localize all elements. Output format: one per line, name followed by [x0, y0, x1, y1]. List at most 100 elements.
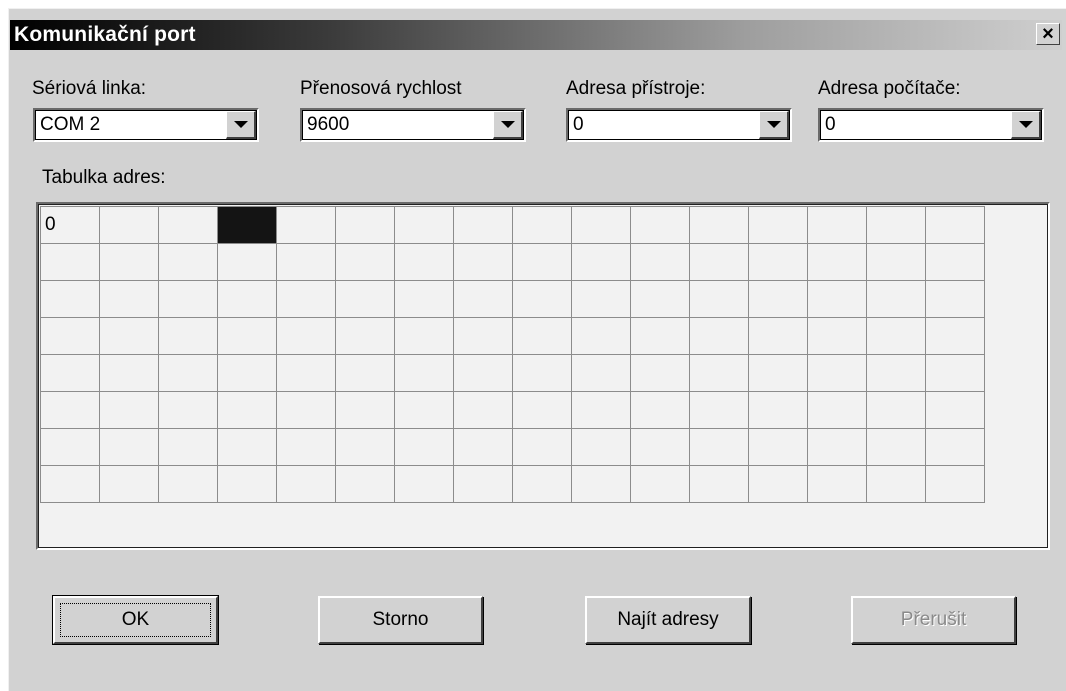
address-cell[interactable]: [276, 391, 336, 429]
address-cell[interactable]: [99, 428, 159, 466]
address-cell[interactable]: [512, 354, 572, 392]
address-cell[interactable]: [807, 465, 867, 503]
address-cell[interactable]: [748, 243, 808, 281]
chevron-down-icon[interactable]: [226, 111, 256, 139]
address-cell[interactable]: [217, 317, 277, 355]
address-cell[interactable]: [571, 354, 631, 392]
chevron-down-icon[interactable]: [1011, 111, 1041, 139]
address-cell[interactable]: [807, 391, 867, 429]
address-cell[interactable]: [512, 465, 572, 503]
address-cell[interactable]: [394, 243, 454, 281]
address-cell[interactable]: [689, 428, 749, 466]
address-cell[interactable]: [689, 243, 749, 281]
address-cell[interactable]: [40, 428, 100, 466]
close-icon[interactable]: ×: [1036, 23, 1060, 45]
address-cell[interactable]: [630, 206, 690, 244]
address-cell[interactable]: [335, 317, 395, 355]
address-cell[interactable]: [748, 206, 808, 244]
address-cell[interactable]: [276, 243, 336, 281]
address-cell[interactable]: [925, 354, 985, 392]
address-cell[interactable]: [158, 243, 218, 281]
address-cell[interactable]: [748, 280, 808, 318]
address-cell[interactable]: [807, 428, 867, 466]
address-cell[interactable]: [748, 428, 808, 466]
address-cell[interactable]: [689, 206, 749, 244]
address-cell[interactable]: [217, 428, 277, 466]
address-cell[interactable]: [925, 280, 985, 318]
address-cell[interactable]: [276, 317, 336, 355]
address-cell[interactable]: [453, 206, 513, 244]
address-cell[interactable]: [925, 243, 985, 281]
address-cell[interactable]: [453, 465, 513, 503]
address-cell[interactable]: [512, 317, 572, 355]
address-cell[interactable]: [807, 243, 867, 281]
address-cell[interactable]: [40, 354, 100, 392]
title-bar[interactable]: Komunikační port ×: [10, 20, 1062, 50]
address-cell[interactable]: [925, 465, 985, 503]
address-cell[interactable]: [335, 243, 395, 281]
address-cell[interactable]: [99, 465, 159, 503]
address-cell[interactable]: [689, 317, 749, 355]
address-cell[interactable]: [866, 206, 926, 244]
address-cell[interactable]: [866, 465, 926, 503]
address-cell[interactable]: [807, 280, 867, 318]
address-cell[interactable]: [40, 465, 100, 503]
address-cell[interactable]: [217, 243, 277, 281]
address-cell[interactable]: [689, 465, 749, 503]
address-cell[interactable]: [158, 354, 218, 392]
find-addresses-button[interactable]: Najít adresy: [585, 596, 751, 644]
address-cell[interactable]: [158, 465, 218, 503]
address-cell[interactable]: [40, 391, 100, 429]
address-cell[interactable]: [276, 354, 336, 392]
address-cell[interactable]: [99, 391, 159, 429]
address-cell[interactable]: [866, 354, 926, 392]
address-cell[interactable]: [217, 280, 277, 318]
address-cell[interactable]: [630, 428, 690, 466]
address-cell[interactable]: [99, 280, 159, 318]
address-cell[interactable]: [571, 391, 631, 429]
address-cell[interactable]: [99, 317, 159, 355]
address-cell[interactable]: [748, 354, 808, 392]
address-cell[interactable]: [158, 317, 218, 355]
address-cell[interactable]: 0: [40, 206, 100, 244]
address-cell[interactable]: [453, 317, 513, 355]
address-cell[interactable]: [217, 391, 277, 429]
address-cell[interactable]: [512, 206, 572, 244]
address-cell[interactable]: [394, 354, 454, 392]
address-cell[interactable]: [276, 206, 336, 244]
cancel-button[interactable]: Storno: [318, 596, 483, 644]
address-cell[interactable]: [689, 354, 749, 392]
address-cell[interactable]: [158, 391, 218, 429]
address-cell[interactable]: [807, 206, 867, 244]
address-cell[interactable]: [453, 391, 513, 429]
address-cell[interactable]: [394, 391, 454, 429]
address-cell[interactable]: [571, 317, 631, 355]
ok-button[interactable]: OK: [52, 595, 219, 645]
address-cell[interactable]: [689, 391, 749, 429]
address-cell[interactable]: [40, 243, 100, 281]
address-cell[interactable]: [276, 280, 336, 318]
address-cell[interactable]: [99, 206, 159, 244]
address-cell[interactable]: [512, 428, 572, 466]
address-cell[interactable]: [453, 354, 513, 392]
address-cell[interactable]: [630, 465, 690, 503]
address-cell[interactable]: [453, 428, 513, 466]
address-cell[interactable]: [630, 280, 690, 318]
address-cell[interactable]: [630, 354, 690, 392]
address-cell[interactable]: [394, 280, 454, 318]
address-cell[interactable]: [866, 428, 926, 466]
address-cell[interactable]: [807, 354, 867, 392]
address-cell[interactable]: [394, 317, 454, 355]
serial-line-select[interactable]: COM 2: [33, 108, 259, 142]
address-cell[interactable]: [748, 465, 808, 503]
address-cell[interactable]: [394, 428, 454, 466]
address-cell[interactable]: [335, 206, 395, 244]
address-cell[interactable]: [512, 391, 572, 429]
address-cell[interactable]: [276, 465, 336, 503]
address-cell[interactable]: [335, 391, 395, 429]
address-cell[interactable]: [99, 243, 159, 281]
address-table[interactable]: 0: [36, 202, 1050, 550]
address-cell[interactable]: [512, 243, 572, 281]
address-cell[interactable]: [630, 243, 690, 281]
address-cell[interactable]: [335, 354, 395, 392]
